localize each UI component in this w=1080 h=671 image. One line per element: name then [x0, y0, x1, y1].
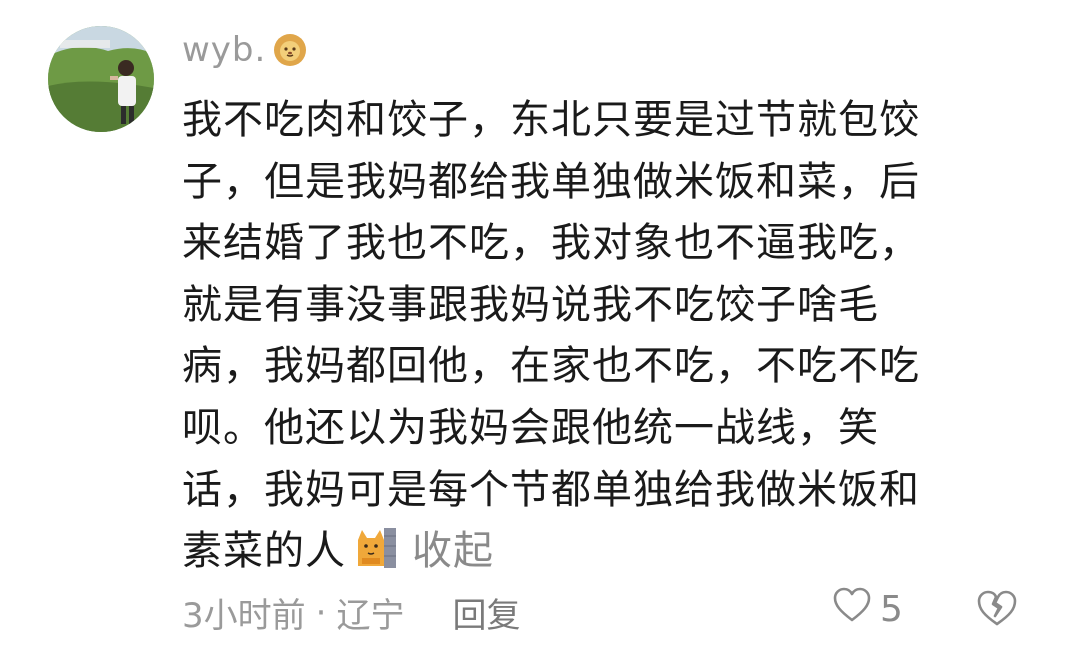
comment-line: 就是有事没事跟我妈说我不吃饺子啥毛 [182, 281, 879, 328]
comment-last-line: 素菜的人 收起 [182, 521, 1002, 583]
comment-meta: 3小时前 · 辽宁 回复 [182, 588, 520, 637]
lion-face-icon [272, 32, 308, 68]
timestamp: 3小时前 [182, 596, 306, 636]
cat-wall-emoji-icon [354, 526, 398, 570]
like-button[interactable]: 5 [832, 586, 903, 633]
like-count: 5 [880, 589, 903, 630]
collapse-button[interactable]: 收起 [412, 528, 494, 574]
comment-line: 来结婚了我也不吃，我对象也不逼我吃， [182, 220, 920, 267]
meta-separator: · [315, 592, 327, 633]
comment-line: 我不吃肉和饺子，东北只要是过节就包饺 [182, 97, 920, 143]
comment-line: 话，我妈可是每个节都单独给我做米饭和 [182, 466, 920, 513]
comment-line: 子，但是我妈都给我单独做米饭和菜，后 [182, 158, 920, 205]
comment-text: 我不吃肉和饺子，东北只要是过节就包饺 子，但是我妈都给我单独做米饭和菜，后 来结… [182, 90, 1002, 583]
comment-line: 病，我妈都回他，在家也不吃，不吃不吃 [182, 343, 920, 390]
location: 辽宁 [336, 596, 405, 636]
dislike-button[interactable] [975, 588, 1019, 632]
avatar[interactable] [48, 26, 154, 132]
avatar-photo [48, 26, 154, 132]
broken-heart-icon [975, 590, 1019, 632]
comment-line: 素菜的人 [182, 528, 346, 575]
comment-header: wyb. [182, 30, 308, 70]
username[interactable]: wyb. [182, 30, 266, 70]
reply-button[interactable]: 回复 [452, 588, 520, 637]
comment-line: 呗。他还以为我妈会跟他统一战线，笑 [182, 404, 879, 451]
heart-icon [832, 586, 872, 633]
